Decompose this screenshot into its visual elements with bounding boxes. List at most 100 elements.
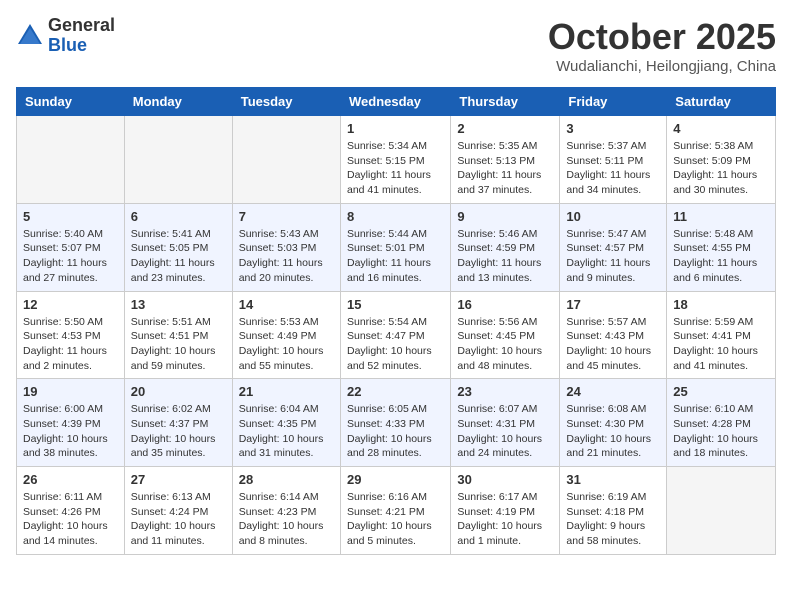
day-number: 15 [347, 297, 444, 312]
weekday-header-row: SundayMondayTuesdayWednesdayThursdayFrid… [17, 88, 776, 116]
day-info: Sunrise: 6:04 AM Sunset: 4:35 PM Dayligh… [239, 402, 334, 461]
calendar-table: SundayMondayTuesdayWednesdayThursdayFrid… [16, 87, 776, 555]
day-info: Sunrise: 5:44 AM Sunset: 5:01 PM Dayligh… [347, 227, 444, 286]
calendar-cell: 1 Sunrise: 5:34 AM Sunset: 5:15 PM Daylig… [340, 116, 450, 204]
day-info: Sunrise: 5:51 AM Sunset: 4:51 PM Dayligh… [131, 315, 226, 374]
calendar-week-row: 1 Sunrise: 5:34 AM Sunset: 5:15 PM Daylig… [17, 116, 776, 204]
calendar-cell [124, 116, 232, 204]
calendar-cell: 14Sunrise: 5:53 AM Sunset: 4:49 PM Dayli… [232, 291, 340, 379]
day-info: Sunrise: 6:14 AM Sunset: 4:23 PM Dayligh… [239, 490, 334, 549]
day-number: 27 [131, 472, 226, 487]
logo-text: General Blue [48, 16, 115, 56]
calendar-cell: 13 Sunrise: 5:51 AM Sunset: 4:51 PM Dayli… [124, 291, 232, 379]
calendar-cell: 8 Sunrise: 5:44 AM Sunset: 5:01 PM Daylig… [340, 203, 450, 291]
weekday-header-friday: Friday [560, 88, 667, 116]
calendar-header: SundayMondayTuesdayWednesdayThursdayFrid… [17, 88, 776, 116]
day-info: Sunrise: 5:56 AM Sunset: 4:45 PM Dayligh… [457, 315, 553, 374]
calendar-cell: 26 Sunrise: 6:11 AM Sunset: 4:26 PM Dayli… [17, 467, 125, 555]
calendar-cell: 5 Sunrise: 5:40 AM Sunset: 5:07 PM Daylig… [17, 203, 125, 291]
day-number: 16 [457, 297, 553, 312]
calendar-week-row: 19 Sunrise: 6:00 AM Sunset: 4:39 PM Dayli… [17, 379, 776, 467]
day-number: 13 [131, 297, 226, 312]
day-number: 24 [566, 384, 660, 399]
day-info: Sunrise: 5:35 AM Sunset: 5:13 PM Dayligh… [457, 139, 553, 198]
day-number: 19 [23, 384, 118, 399]
weekday-header-tuesday: Tuesday [232, 88, 340, 116]
calendar-cell: 28 Sunrise: 6:14 AM Sunset: 4:23 PM Dayli… [232, 467, 340, 555]
weekday-header-monday: Monday [124, 88, 232, 116]
day-info: Sunrise: 6:11 AM Sunset: 4:26 PM Dayligh… [23, 490, 118, 549]
calendar-cell: 27 Sunrise: 6:13 AM Sunset: 4:24 PM Dayli… [124, 467, 232, 555]
title-section: October 2025 Wudalianchi, Heilongjiang, … [548, 16, 776, 75]
day-number: 1 [347, 121, 444, 136]
calendar-cell: 11Sunrise: 5:48 AM Sunset: 4:55 PM Dayli… [667, 203, 776, 291]
calendar-cell: 30Sunrise: 6:17 AM Sunset: 4:19 PM Dayli… [451, 467, 560, 555]
day-info: Sunrise: 6:16 AM Sunset: 4:21 PM Dayligh… [347, 490, 444, 549]
logo-blue-text: Blue [48, 36, 115, 56]
day-info: Sunrise: 5:40 AM Sunset: 5:07 PM Dayligh… [23, 227, 118, 286]
calendar-cell: 23Sunrise: 6:07 AM Sunset: 4:31 PM Dayli… [451, 379, 560, 467]
day-info: Sunrise: 5:34 AM Sunset: 5:15 PM Dayligh… [347, 139, 444, 198]
day-info: Sunrise: 6:02 AM Sunset: 4:37 PM Dayligh… [131, 402, 226, 461]
day-info: Sunrise: 6:05 AM Sunset: 4:33 PM Dayligh… [347, 402, 444, 461]
page-header: General Blue October 2025 Wudalianchi, H… [16, 16, 776, 75]
day-info: Sunrise: 5:53 AM Sunset: 4:49 PM Dayligh… [239, 315, 334, 374]
day-info: Sunrise: 5:41 AM Sunset: 5:05 PM Dayligh… [131, 227, 226, 286]
calendar-cell: 21 Sunrise: 6:04 AM Sunset: 4:35 PM Dayli… [232, 379, 340, 467]
day-info: Sunrise: 6:00 AM Sunset: 4:39 PM Dayligh… [23, 402, 118, 461]
day-info: Sunrise: 5:50 AM Sunset: 4:53 PM Dayligh… [23, 315, 118, 374]
day-number: 10 [566, 209, 660, 224]
day-number: 17 [566, 297, 660, 312]
day-info: Sunrise: 5:43 AM Sunset: 5:03 PM Dayligh… [239, 227, 334, 286]
day-number: 26 [23, 472, 118, 487]
day-number: 20 [131, 384, 226, 399]
calendar-cell: 25 Sunrise: 6:10 AM Sunset: 4:28 PM Dayli… [667, 379, 776, 467]
calendar-cell: 10 Sunrise: 5:47 AM Sunset: 4:57 PM Dayli… [560, 203, 667, 291]
day-number: 6 [131, 209, 226, 224]
day-number: 22 [347, 384, 444, 399]
day-number: 5 [23, 209, 118, 224]
day-info: Sunrise: 6:08 AM Sunset: 4:30 PM Dayligh… [566, 402, 660, 461]
day-number: 28 [239, 472, 334, 487]
calendar-week-row: 5 Sunrise: 5:40 AM Sunset: 5:07 PM Daylig… [17, 203, 776, 291]
day-number: 4 [673, 121, 769, 136]
day-info: Sunrise: 6:10 AM Sunset: 4:28 PM Dayligh… [673, 402, 769, 461]
calendar-cell: 15 Sunrise: 5:54 AM Sunset: 4:47 PM Dayli… [340, 291, 450, 379]
weekday-header-wednesday: Wednesday [340, 88, 450, 116]
weekday-header-sunday: Sunday [17, 88, 125, 116]
month-title: October 2025 [548, 16, 776, 58]
day-number: 7 [239, 209, 334, 224]
calendar-cell: 20 Sunrise: 6:02 AM Sunset: 4:37 PM Dayli… [124, 379, 232, 467]
day-number: 25 [673, 384, 769, 399]
day-info: Sunrise: 5:59 AM Sunset: 4:41 PM Dayligh… [673, 315, 769, 374]
day-info: Sunrise: 5:46 AM Sunset: 4:59 PM Dayligh… [457, 227, 553, 286]
calendar-cell: 31 Sunrise: 6:19 AM Sunset: 4:18 PM Dayli… [560, 467, 667, 555]
calendar-cell: 29Sunrise: 6:16 AM Sunset: 4:21 PM Dayli… [340, 467, 450, 555]
day-number: 18 [673, 297, 769, 312]
location: Wudalianchi, Heilongjiang, China [548, 58, 776, 75]
calendar-cell [232, 116, 340, 204]
calendar-week-row: 12 Sunrise: 5:50 AM Sunset: 4:53 PM Dayli… [17, 291, 776, 379]
day-number: 31 [566, 472, 660, 487]
calendar-cell: 6 Sunrise: 5:41 AM Sunset: 5:05 PM Daylig… [124, 203, 232, 291]
day-info: Sunrise: 6:07 AM Sunset: 4:31 PM Dayligh… [457, 402, 553, 461]
day-info: Sunrise: 6:13 AM Sunset: 4:24 PM Dayligh… [131, 490, 226, 549]
logo: General Blue [16, 16, 115, 56]
calendar-cell: 17Sunrise: 5:57 AM Sunset: 4:43 PM Dayli… [560, 291, 667, 379]
day-number: 12 [23, 297, 118, 312]
calendar-cell: 4 Sunrise: 5:38 AM Sunset: 5:09 PM Daylig… [667, 116, 776, 204]
day-number: 8 [347, 209, 444, 224]
calendar-cell: 3Sunrise: 5:37 AM Sunset: 5:11 PM Daylig… [560, 116, 667, 204]
day-info: Sunrise: 6:19 AM Sunset: 4:18 PM Dayligh… [566, 490, 660, 549]
calendar-cell [17, 116, 125, 204]
calendar-body: 1 Sunrise: 5:34 AM Sunset: 5:15 PM Daylig… [17, 116, 776, 555]
day-number: 30 [457, 472, 553, 487]
weekday-header-saturday: Saturday [667, 88, 776, 116]
calendar-cell: 24 Sunrise: 6:08 AM Sunset: 4:30 PM Dayli… [560, 379, 667, 467]
logo-general-text: General [48, 16, 115, 36]
day-info: Sunrise: 5:54 AM Sunset: 4:47 PM Dayligh… [347, 315, 444, 374]
day-info: Sunrise: 5:38 AM Sunset: 5:09 PM Dayligh… [673, 139, 769, 198]
day-info: Sunrise: 5:47 AM Sunset: 4:57 PM Dayligh… [566, 227, 660, 286]
weekday-header-thursday: Thursday [451, 88, 560, 116]
day-number: 21 [239, 384, 334, 399]
